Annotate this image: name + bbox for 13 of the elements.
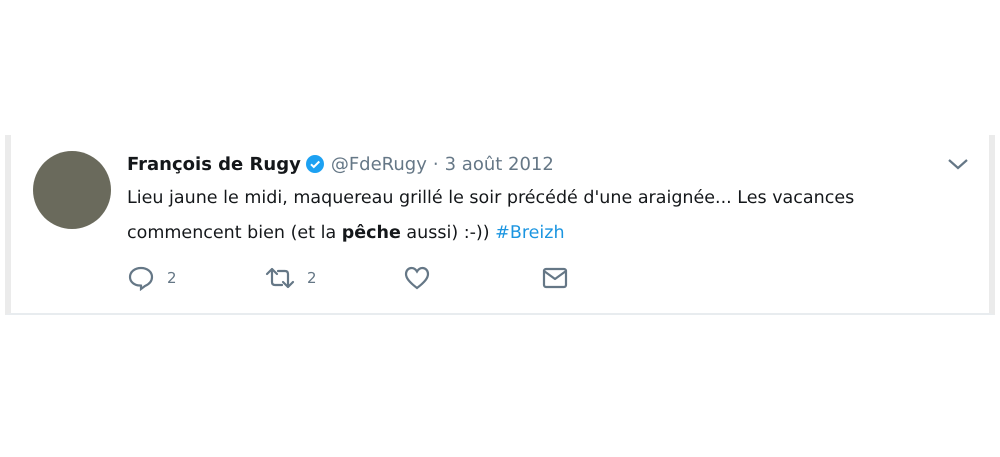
tweet-text: Lieu jaune le midi, maquereau grillé le soir précédé d'une araignée... Les vacances commencent bien (et la pêche aussi) :-)) #Breizh — [127, 187, 856, 245]
tweet-date[interactable]: 3 août 2012 — [444, 154, 554, 174]
author-handle[interactable]: @FdeRugy — [330, 154, 427, 174]
separator-dot: · — [432, 154, 439, 174]
retweet-count: 2 — [307, 269, 317, 287]
heart-icon[interactable] — [403, 265, 431, 291]
author-name[interactable]: François de Rugy — [127, 154, 301, 174]
speech-bubble-icon[interactable] — [127, 265, 155, 291]
retweet-icon[interactable] — [265, 266, 295, 290]
hashtag-link[interactable]: #Breizh — [495, 223, 565, 243]
reply-count: 2 — [167, 269, 177, 287]
envelope-icon[interactable] — [541, 266, 569, 290]
caret-icon[interactable] — [947, 157, 969, 171]
